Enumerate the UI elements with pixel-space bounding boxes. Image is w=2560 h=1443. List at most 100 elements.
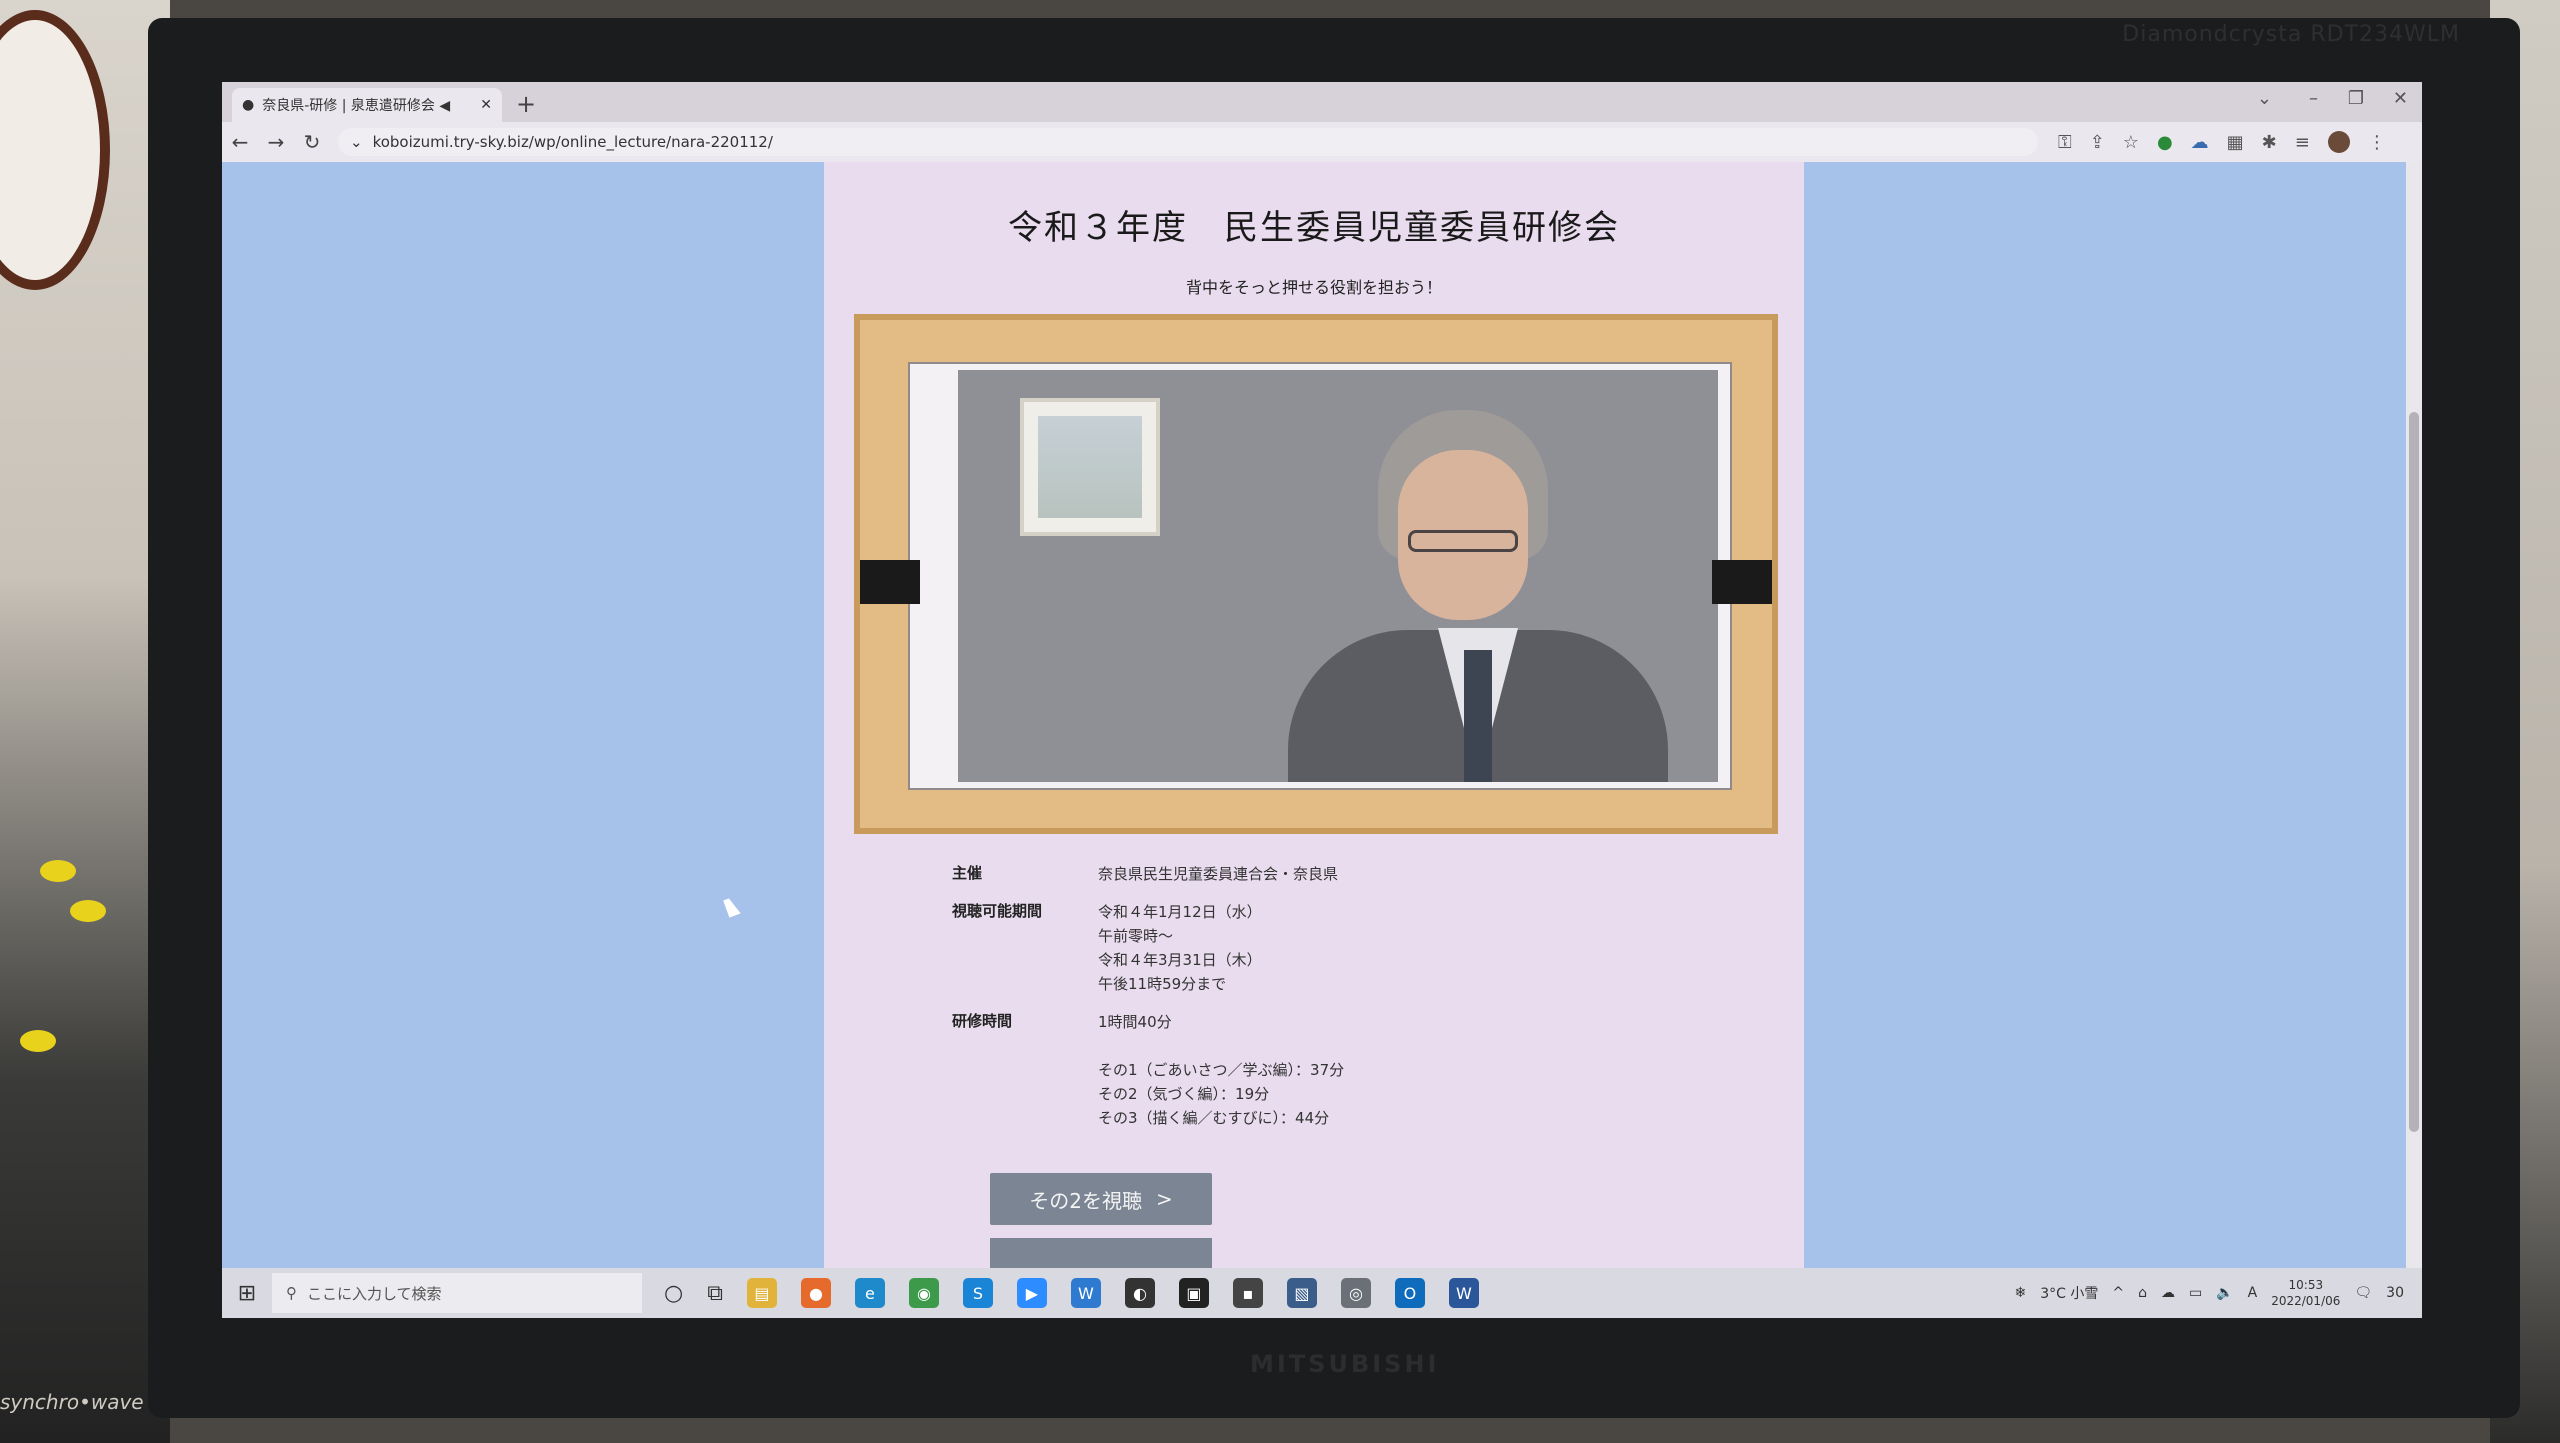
new-tab-button[interactable]: +	[516, 90, 536, 118]
globe-icon: ●	[242, 97, 255, 113]
security-chevron-icon[interactable]: ⌄	[350, 133, 363, 151]
watch-button-label: その2を視聴	[1029, 1188, 1142, 1213]
reading-list-icon[interactable]: ≡	[2295, 132, 2310, 153]
media-app-icon[interactable]: ▣	[1178, 1278, 1209, 1308]
info-value: その2（気づく編）：19分	[1098, 1085, 1270, 1103]
monitor-brand-label: MITSUBISHI	[1250, 1350, 1440, 1378]
bookmark-star-icon[interactable]: ☆	[2123, 132, 2139, 153]
share-icon[interactable]: ⇪	[2090, 132, 2105, 153]
camera-app-icon[interactable]: ◎	[1340, 1278, 1371, 1308]
page-title: 令和３年度 民生委員児童委員研修会	[1008, 208, 1620, 248]
flower-decoration	[70, 900, 106, 922]
extension-grid-icon[interactable]: ▦	[2227, 132, 2244, 153]
file-explorer-icon[interactable]: ▤	[746, 1278, 777, 1308]
chrome-icon[interactable]: ◉	[908, 1278, 939, 1308]
url-text: koboizumi.try-sky.biz/wp/online_lecture/…	[372, 133, 773, 151]
zoom-icon[interactable]: ▶	[1016, 1278, 1047, 1308]
taskbar-search-placeholder: ここに入力して検索	[307, 1284, 442, 1303]
outlook-icon[interactable]: O	[1394, 1278, 1425, 1308]
circle-app-icon[interactable]: ◐	[1124, 1278, 1155, 1308]
tab-title: 奈良県-研修 | 泉恵遣研修会 ◀	[262, 98, 451, 114]
video-background	[958, 370, 1718, 782]
clock-date: 2022/01/06	[2271, 1294, 2341, 1308]
ime-indicator[interactable]: A	[2248, 1285, 2258, 1301]
info-row-duration: 研修時間 1時間40分 その1（ごあいさつ／学ぶ編）：37分 その2（気づく編）…	[952, 1010, 1732, 1130]
frame-clip	[1712, 560, 1772, 604]
info-value: 午前零時〜	[1098, 927, 1174, 945]
minimize-icon[interactable]: –	[2309, 88, 2318, 109]
volume-icon[interactable]: 🔈	[2216, 1285, 2233, 1301]
tray-chevron-icon[interactable]: ^	[2112, 1285, 2124, 1301]
info-value	[1098, 1034, 1732, 1058]
reload-icon[interactable]: ↻	[294, 130, 330, 154]
back-icon[interactable]: ←	[222, 130, 258, 154]
menu-icon[interactable]: ⋮	[2368, 132, 2386, 153]
info-value: その3（描く編／むすびに）：44分	[1098, 1109, 1330, 1127]
lecture-info: 主催 奈良県民生児童委員連合会・奈良県 視聴可能期間 令和４年1月12日（水） …	[952, 862, 1732, 1144]
weather-icon[interactable]: ❄	[2014, 1285, 2026, 1301]
web-page: 令和３年度 民生委員児童委員研修会 背中をそっと押せる役割を担おう！ 主催 奈良…	[222, 162, 2422, 1268]
notification-count: 30	[2386, 1285, 2404, 1301]
info-value: 令和４年1月12日（水）	[1098, 903, 1262, 921]
page-scrollbar[interactable]	[2406, 162, 2422, 1268]
windows-start-icon[interactable]: ⊞	[222, 1281, 272, 1306]
info-row-period: 視聴可能期間 令和４年1月12日（水） 午前零時〜 令和４年3月31日（木） 午…	[952, 900, 1732, 996]
onedrive-icon[interactable]: ☁	[2161, 1285, 2175, 1301]
taskbar-search[interactable]: ⚲ ここに入力して検索	[272, 1273, 642, 1313]
tab-search-icon[interactable]: ⌄	[2257, 88, 2272, 109]
monitor-model-label: Diamondcrysta RDT234WLM	[2122, 22, 2460, 47]
task-view-icon[interactable]: ⧉	[707, 1281, 723, 1306]
display-icon[interactable]: ▭	[2189, 1285, 2202, 1301]
info-value: その1（ごあいさつ／学ぶ編）：37分	[1098, 1061, 1345, 1079]
chevron-right-icon: >	[1155, 1187, 1173, 1211]
puzzle-icon[interactable]: ✱	[2262, 132, 2277, 153]
w-app-icon[interactable]: W	[1070, 1278, 1101, 1308]
restore-icon[interactable]: ❐	[2348, 88, 2364, 109]
key-icon[interactable]: ⚿	[2058, 132, 2072, 153]
extension-cloud-icon[interactable]: ☁	[2191, 132, 2209, 153]
page-subtitle: 背中をそっと押せる役割を担おう！	[1185, 278, 1442, 297]
profile-avatar[interactable]	[2327, 131, 2350, 153]
watch-part2-button[interactable]: その2を視聴 >	[990, 1173, 1212, 1225]
forward-icon[interactable]: →	[258, 130, 294, 154]
flower-decoration	[20, 1030, 56, 1052]
content-sheet: 令和３年度 民生委員児童委員研修会 背中をそっと押せる役割を担おう！ 主催 奈良…	[824, 162, 1804, 1268]
cortana-icon[interactable]: ○	[664, 1281, 683, 1306]
video-frame	[910, 364, 1730, 788]
video-player[interactable]	[854, 314, 1778, 834]
info-value: 奈良県民生児童委員連合会・奈良県	[1098, 865, 1339, 883]
flower-decoration	[40, 860, 76, 882]
taskbar-clock[interactable]: 10:53 2022/01/06	[2271, 1277, 2340, 1309]
terminal-app-icon[interactable]: ▪	[1232, 1278, 1263, 1308]
close-window-icon[interactable]: ✕	[2393, 88, 2408, 109]
info-value: 令和４年3月31日（木）	[1098, 951, 1262, 969]
watch-part3-button[interactable]	[990, 1238, 1212, 1268]
info-key: 主催	[952, 864, 983, 882]
clock-time: 10:53	[2288, 1278, 2324, 1292]
edge-icon[interactable]: e	[854, 1278, 885, 1308]
info-key: 研修時間	[952, 1012, 1013, 1030]
browser-tab[interactable]: ● 奈良県-研修 | 泉恵遣研修会 ◀ ✕	[232, 88, 502, 122]
scrollbar-thumb[interactable]	[2409, 412, 2419, 1132]
network-icon[interactable]: ⌂	[2138, 1285, 2147, 1301]
browser-toolbar: ← → ↻ ⌄ koboizumi.try-sky.biz/wp/online_…	[222, 122, 2422, 162]
photos-app-icon[interactable]: ▧	[1286, 1278, 1317, 1308]
address-bar[interactable]: ⌄ koboizumi.try-sky.biz/wp/online_lectur…	[338, 128, 2038, 156]
extension-green-icon[interactable]: ●	[2157, 132, 2173, 153]
firefox-icon[interactable]: ●	[800, 1278, 831, 1308]
notification-center-icon[interactable]: 🗨	[2354, 1285, 2372, 1301]
info-value: 午後11時59分まで	[1098, 975, 1227, 993]
word-icon[interactable]: W	[1448, 1278, 1479, 1308]
skype-icon[interactable]: S	[962, 1278, 993, 1308]
taskbar: ⊞ ⚲ ここに入力して検索 ○ ⧉ ▤ ● e ◉ S ▶ W ◐ ▣ ▪ ▧ …	[222, 1268, 2422, 1318]
system-tray: ❄ 3°C 小雪 ^ ⌂ ☁ ▭ 🔈 A 10:53 2022/01/06 🗨 …	[2014, 1277, 2422, 1309]
speaker-label: synchro•wave	[0, 1390, 144, 1414]
tab-strip: ● 奈良県-研修 | 泉恵遣研修会 ◀ ✕ + ⌄ – ❐ ✕	[222, 82, 2422, 122]
mouse-cursor	[723, 896, 741, 918]
weather-text[interactable]: 3°C 小雪	[2040, 1283, 2098, 1303]
info-key: 視聴可能期間	[952, 902, 1043, 920]
speaker-image	[1288, 410, 1668, 782]
info-value: 1時間40分	[1098, 1013, 1172, 1031]
info-row-organizer: 主催 奈良県民生児童委員連合会・奈良県	[952, 862, 1732, 886]
close-tab-icon[interactable]: ✕	[480, 97, 492, 113]
